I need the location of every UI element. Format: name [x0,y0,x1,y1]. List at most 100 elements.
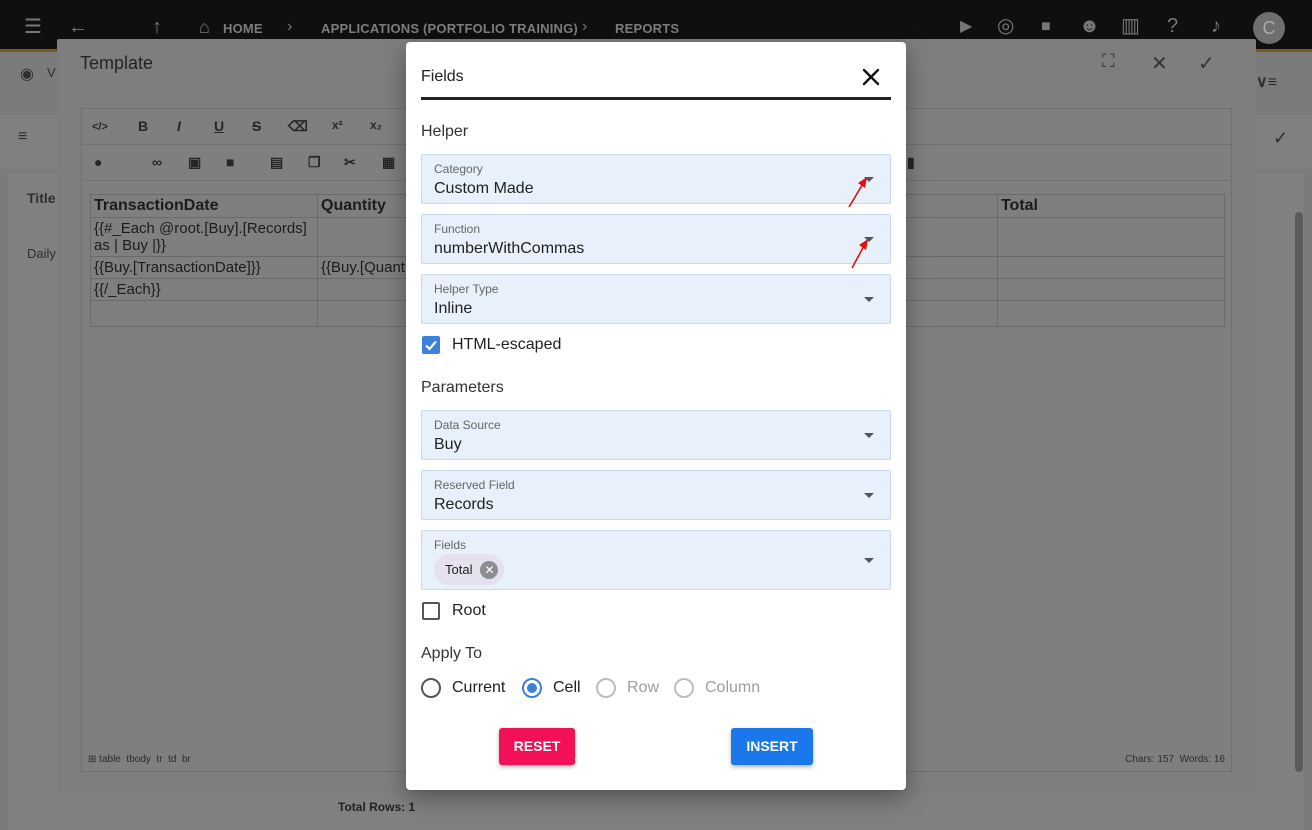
breadcrumb-applications[interactable]: APPLICATIONS (PORTFOLIO TRAINING) [321,21,578,36]
play-icon[interactable]: ▶ [960,17,972,37]
html-escaped-checkbox[interactable] [422,336,440,354]
apply-to-row-label: Row [627,679,660,696]
apply-to-cell-label[interactable]: Cell [553,678,581,698]
fields-multiselect[interactable]: Fields Total ✕ [421,530,891,590]
data-source-select[interactable]: Data Source Buy [421,410,891,460]
apply-to-current-label[interactable]: Current [452,678,505,698]
insert-button[interactable]: INSERT [731,728,813,765]
chevron-down-icon[interactable] [864,433,874,438]
table-header-cell[interactable]: Total [996,194,1225,218]
robot-icon[interactable]: ☻ [1079,16,1100,36]
row-label: Daily [27,246,56,261]
menu-icon[interactable]: ☰ [24,17,42,37]
link-icon[interactable]: ∞ [152,154,162,170]
field-chip-total[interactable]: Total ✕ [434,554,505,585]
superscript-button[interactable]: x² [332,118,343,132]
cut-icon[interactable]: ✂ [344,154,356,171]
parameters-section-heading: Parameters [421,379,504,396]
helper-type-label: Helper Type [434,282,499,296]
sort-icon[interactable]: ∨≡ [1256,72,1277,92]
back-arrow-icon[interactable]: ← [68,17,88,37]
close-icon[interactable] [858,64,884,90]
chip-label: Total [445,562,473,577]
table-cell[interactable]: {{Buy.[Quant [317,256,409,279]
function-select[interactable]: Function numberWithCommas [421,214,891,264]
data-source-label: Data Source [434,418,501,432]
table-cell[interactable] [996,217,1225,257]
avatar[interactable]: C [1253,12,1285,44]
fullscreen-icon[interactable]: ⛶ [1102,51,1115,72]
table-cell[interactable]: {{#_Each @root.[Buy].[Records] as | Buy … [90,217,318,257]
breadcrumb-home[interactable]: HOME [223,21,263,36]
copy-icon[interactable]: ❐ [308,154,321,171]
play-circle-icon[interactable]: ◎ [997,16,1014,36]
table-cell[interactable] [317,300,409,327]
apply-to-cell-radio[interactable] [522,678,542,698]
library-icon[interactable]: ▥ [1121,16,1140,36]
breadcrumb-reports[interactable]: REPORTS [615,21,679,36]
view-label: V [47,65,56,80]
help-icon[interactable]: ? [1167,16,1178,36]
eraser-icon[interactable]: ⌫ [288,118,308,135]
delete-icon[interactable]: ▮ [907,154,915,171]
video-icon[interactable]: ■ [226,154,234,170]
filter-icon[interactable]: ≡ [18,128,27,146]
table-cell[interactable] [996,300,1225,327]
confirm-check-icon[interactable]: ✓ [1198,51,1215,76]
root-checkbox[interactable] [422,602,440,620]
category-label: Category [434,162,483,176]
color-drop-icon[interactable]: ● [94,154,102,170]
home-icon[interactable]: ⌂ [199,17,210,37]
function-value: numberWithCommas [434,240,585,257]
bold-button[interactable]: B [138,118,148,134]
chevron-down-icon[interactable] [864,558,874,563]
up-arrow-icon[interactable]: ↑ [152,17,162,37]
close-icon[interactable]: ✕ [1151,51,1168,76]
table-cell[interactable] [317,217,409,257]
chevron-down-icon[interactable] [864,493,874,498]
chevron-down-icon[interactable] [864,297,874,302]
helper-section-heading: Helper [421,123,469,140]
annotation-arrow-icon [851,239,868,269]
check-icon[interactable]: ✓ [1273,128,1288,149]
table-cell[interactable] [90,300,318,327]
helper-type-value: Inline [434,300,473,317]
category-select[interactable]: Category Custom Made [421,154,891,204]
paste-icon[interactable]: ▦ [382,154,395,171]
reserved-field-label: Reserved Field [434,478,515,492]
notifications-icon[interactable]: ♪ [1211,16,1221,36]
apply-to-column-radio [674,678,694,698]
table-header-cell[interactable]: TransactionDate [90,194,318,218]
category-value: Custom Made [434,180,534,197]
table-cell[interactable] [996,278,1225,301]
apply-to-row-radio [596,678,616,698]
italic-button[interactable]: I [177,118,181,134]
chip-remove-icon[interactable]: ✕ [480,560,499,579]
helper-type-select[interactable]: Helper Type Inline [421,274,891,324]
underline-button[interactable]: U [214,118,224,134]
format-painter-icon[interactable]: ▤ [270,154,283,171]
table-cell[interactable] [996,256,1225,279]
annotation-arrow-icon [848,177,867,208]
strikethrough-button[interactable]: S [252,118,261,134]
scrollbar[interactable] [1295,212,1303,772]
view-icon[interactable]: ◉ [20,64,34,84]
stop-icon[interactable]: ■ [1041,17,1051,37]
table-cell[interactable]: {{Buy.[TransactionDate]}} [90,256,318,279]
apply-to-section-heading: Apply To [421,645,483,662]
table-header-cell[interactable]: Quantity [317,194,409,218]
reset-button[interactable]: RESET [499,728,575,765]
image-icon[interactable]: ▣ [188,154,201,171]
apply-to-current-radio[interactable] [421,678,441,698]
root-label[interactable]: Root [452,602,486,620]
modal-title: Fields [421,68,464,85]
reserved-field-select[interactable]: Reserved Field Records [421,470,891,520]
subscript-button[interactable]: x₂ [370,118,382,132]
html-escaped-label[interactable]: HTML-escaped [452,336,561,354]
source-code-button[interactable]: </> [92,121,108,133]
table-cell[interactable]: {{/_Each}} [90,278,318,301]
table-cell[interactable] [317,278,409,301]
column-title: Title [27,190,56,206]
annotation-arrows [848,177,868,269]
breadcrumb-separator-icon: › [287,18,293,35]
